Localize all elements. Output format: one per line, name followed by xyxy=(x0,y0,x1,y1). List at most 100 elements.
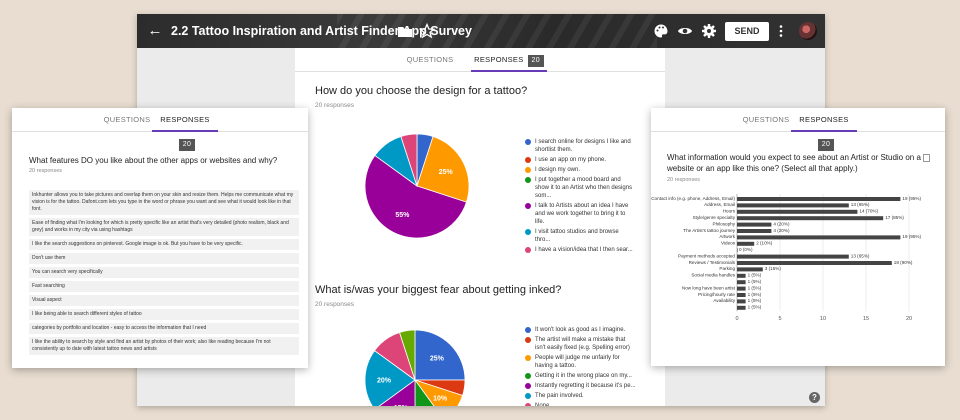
x-tick-label: 10 xyxy=(820,316,826,322)
answer-item: I like the search suggestions on pintere… xyxy=(29,239,299,250)
bar xyxy=(737,254,849,259)
send-button[interactable]: SEND xyxy=(725,22,769,41)
answer-item: Visual aspect xyxy=(29,295,299,306)
answer-item: Fast searching xyxy=(29,281,299,292)
legend-item: People will judge me unfairly for having… xyxy=(525,354,637,370)
tab-responses[interactable]: RESPONSES 20 xyxy=(152,108,218,151)
bar-value-label: 1 (5%) xyxy=(748,292,762,297)
category-label: Parking xyxy=(719,266,735,271)
tab-responses[interactable]: RESPONSES20 xyxy=(791,108,857,151)
answer-item: Ease of finding what I'm looking for whi… xyxy=(29,218,299,236)
bar xyxy=(737,222,772,227)
pie-slice-label: 10% xyxy=(433,396,448,403)
responses-card: QUESTIONS RESPONSES 20 How do you choose … xyxy=(295,48,665,406)
right-responses-window: QUESTIONS RESPONSES 20 What information w… xyxy=(651,108,945,366)
palette-icon[interactable] xyxy=(653,23,669,39)
legend-label: The pain involved. xyxy=(535,393,584,399)
pie-chart-design: 25% 55% xyxy=(365,134,469,238)
category-label: Artwork xyxy=(719,234,735,239)
category-label: The Artist's tattoo journey xyxy=(683,228,735,233)
bar xyxy=(737,229,772,233)
bar xyxy=(737,273,746,278)
answer-item: Don't use them xyxy=(29,253,299,264)
bar xyxy=(737,209,858,214)
legend-item: It won't look as good as I imagine. xyxy=(525,326,637,334)
legend-swatch xyxy=(525,177,531,183)
responses-count-badge: 20 xyxy=(817,139,835,151)
gear-icon[interactable] xyxy=(701,23,717,39)
pie-slice-label: 15% xyxy=(394,405,409,406)
x-tick-label: 5 xyxy=(778,316,781,322)
pie-slice-label: 55% xyxy=(395,212,410,219)
copy-icon[interactable] xyxy=(923,154,930,162)
form-topbar: ← 2.2 Tattoo Inspiration and Artist Find… xyxy=(137,14,825,48)
question-title: How do you choose the design for a tatto… xyxy=(315,85,528,97)
bar-value-label: 14 (70%) xyxy=(859,209,878,214)
bar-value-label: 1 (5%) xyxy=(748,273,762,278)
legend-swatch xyxy=(525,203,531,209)
tab-questions[interactable]: QUESTIONS xyxy=(395,48,465,72)
category-label: Philosophy xyxy=(713,221,736,226)
legend-swatch xyxy=(525,383,531,389)
bar-value-label: 18 (90%) xyxy=(894,260,913,265)
back-arrow-icon[interactable]: ← xyxy=(147,22,163,40)
responses-count-badge: 20 xyxy=(178,139,196,151)
legend-swatch xyxy=(525,167,531,173)
legend-swatch xyxy=(525,403,531,406)
legend-fear: It won't look as good as I imagine. The a… xyxy=(525,326,637,406)
legend-swatch xyxy=(525,229,531,235)
legend-label: People will judge me unfairly for having… xyxy=(535,355,620,369)
bar-value-label: 2 (10%) xyxy=(756,241,773,246)
legend-item: The artist will make a mistake that isn'… xyxy=(525,336,637,352)
pie-slice-label: 25% xyxy=(439,169,454,176)
legend-item: I visit tattoo studios and browse thro..… xyxy=(525,228,635,244)
pie-slice-label: 20% xyxy=(377,378,392,385)
response-count: 20 responses xyxy=(667,177,701,183)
bar xyxy=(737,216,884,221)
legend-item: The pain involved. xyxy=(525,392,637,400)
bar-value-label: 0 (0%) xyxy=(739,247,753,252)
tab-responses[interactable]: RESPONSES20 xyxy=(471,48,547,72)
question-title: What features DO you like about the othe… xyxy=(29,156,278,165)
bar xyxy=(737,203,849,208)
more-vert-icon[interactable] xyxy=(777,23,785,39)
star-icon[interactable] xyxy=(419,23,435,39)
response-count: 20 responses xyxy=(315,102,355,109)
legend-item: I use an app on my phone. xyxy=(525,156,635,164)
pie-chart-fear: 25%10%10%15%20% xyxy=(365,330,465,406)
tab-responses-label: RESPONSES xyxy=(160,115,210,124)
category-label: Payment methods accepted xyxy=(678,253,735,258)
bar-value-label: 1 (5%) xyxy=(748,298,762,303)
tab-questions[interactable]: QUESTIONS xyxy=(102,108,152,132)
legend-label: The artist will make a mistake that isn'… xyxy=(535,337,630,351)
legend-swatch xyxy=(525,337,531,343)
legend-swatch xyxy=(525,355,531,361)
category-label: Style/genre specialty xyxy=(693,215,736,220)
legend-label: I visit tattoo studios and browse thro..… xyxy=(535,229,619,243)
legend-item: I talk to Artists about an idea I have a… xyxy=(525,202,635,226)
legend-label: I have a vision/idea that I then sear... xyxy=(535,247,633,253)
tab-questions[interactable]: QUESTIONS xyxy=(741,108,791,132)
category-label: Hours xyxy=(723,209,736,214)
bar-value-label: 4 (20%) xyxy=(773,228,790,233)
category-label: Availability xyxy=(713,298,735,303)
legend-item: I design my own. xyxy=(525,166,635,174)
avatar[interactable] xyxy=(799,22,817,40)
tab-bar: QUESTIONS RESPONSES20 xyxy=(295,48,665,72)
bar-value-label: 13 (65%) xyxy=(851,202,870,207)
pie-slice-label: 25% xyxy=(430,356,445,363)
bar xyxy=(737,197,901,201)
bar-value-label: 1 (5%) xyxy=(748,285,762,290)
folder-icon[interactable] xyxy=(397,23,413,39)
answer-item: I like being able to search different st… xyxy=(29,309,299,320)
bar-value-label: 19 (95%) xyxy=(902,196,921,201)
legend-label: It won't look as good as I imagine. xyxy=(535,327,626,333)
help-icon[interactable]: ? xyxy=(809,392,820,403)
bar xyxy=(737,267,763,272)
category-label: Contact info (e.g. phone, Address, Email… xyxy=(651,196,735,201)
bar xyxy=(737,248,738,253)
legend-label: None xyxy=(535,403,550,406)
question-title: What information would you expect to see… xyxy=(667,153,921,173)
eye-icon[interactable] xyxy=(677,23,693,39)
answer-item: Inkhunter allows you to take pictures an… xyxy=(29,190,299,215)
